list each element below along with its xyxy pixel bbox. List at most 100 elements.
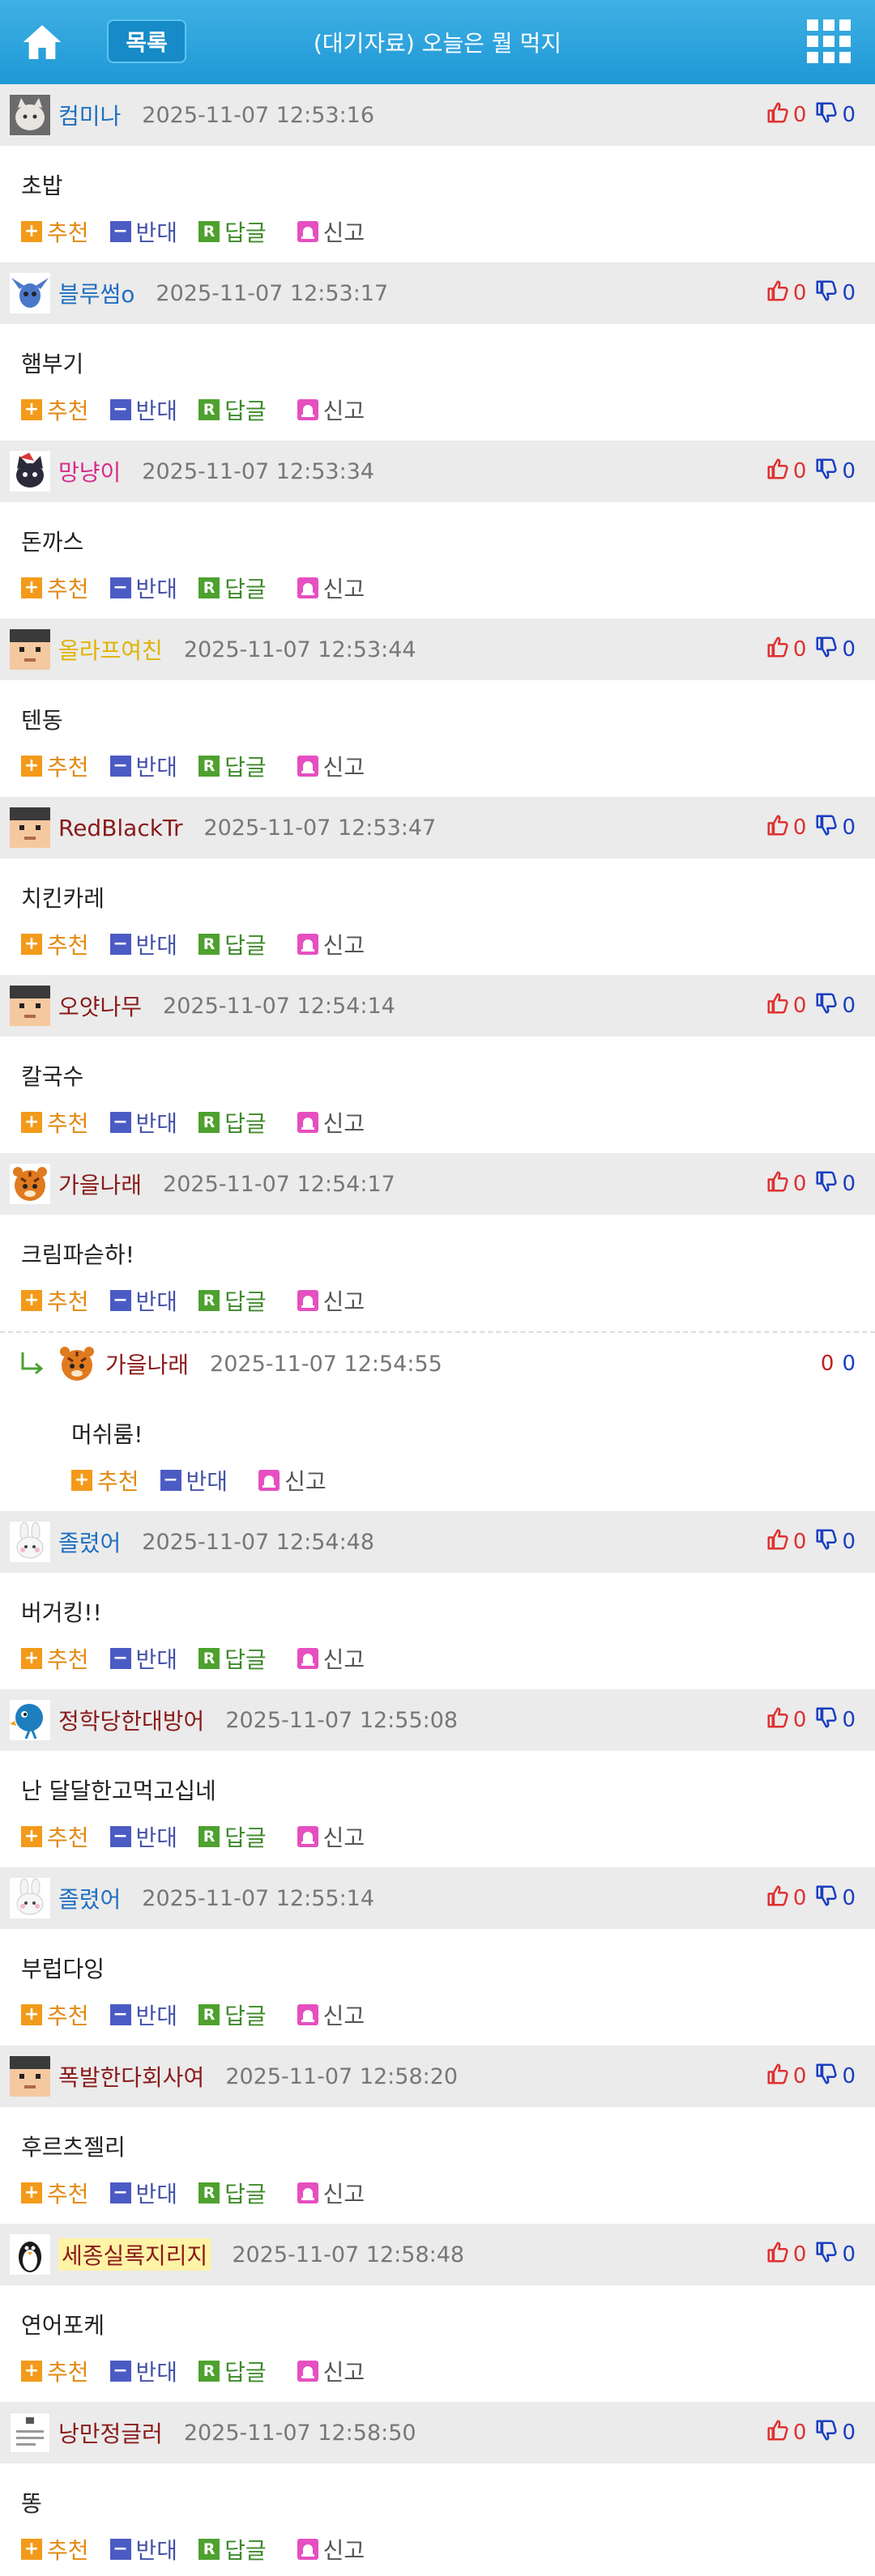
thumbs-up-icon[interactable] [766, 457, 790, 487]
thumbs-down-icon[interactable] [814, 279, 839, 309]
report-button[interactable]: 신고 [297, 1106, 365, 1139]
pixel-face-avatar[interactable] [10, 629, 50, 670]
recommend-button[interactable]: + 추천 [21, 2355, 89, 2387]
report-button[interactable]: 신고 [297, 1284, 365, 1317]
thumbs-down-icon[interactable] [814, 1884, 839, 1914]
recommend-button[interactable]: + 추천 [21, 2533, 89, 2565]
reply-button[interactable]: R 답글 [198, 2177, 267, 2209]
cat-avatar[interactable] [10, 95, 50, 135]
report-button[interactable]: 신고 [297, 215, 365, 248]
reply-button[interactable]: R 답글 [198, 572, 267, 604]
recommend-button[interactable]: + 추천 [21, 928, 89, 960]
oppose-button[interactable]: − 반대 [109, 394, 177, 426]
reply-button[interactable]: R 답글 [198, 2533, 267, 2565]
oppose-button[interactable]: − 반대 [109, 572, 177, 604]
penguin-avatar[interactable] [10, 2234, 50, 2275]
thumbs-up-icon[interactable] [766, 1705, 790, 1735]
report-button[interactable]: 신고 [297, 2355, 365, 2387]
report-button[interactable]: 신고 [297, 2177, 365, 2209]
report-button[interactable]: 신고 [258, 1464, 327, 1497]
reply-button[interactable]: R 답글 [198, 1284, 267, 1317]
author-nickname[interactable]: 세종실록지리지 [58, 2238, 211, 2271]
black-cat-avatar[interactable] [10, 451, 50, 492]
report-button[interactable]: 신고 [297, 394, 365, 426]
thumbs-down-icon[interactable] [814, 2062, 839, 2092]
recommend-button[interactable]: + 추천 [21, 750, 89, 782]
report-button[interactable]: 신고 [297, 1820, 365, 1853]
home-icon[interactable] [19, 19, 65, 65]
reply-button[interactable]: R 답글 [198, 1999, 267, 2031]
thumbs-down-icon[interactable] [814, 813, 839, 843]
oppose-button[interactable]: − 반대 [109, 1106, 177, 1139]
recommend-button[interactable]: + 추천 [21, 572, 89, 604]
tiger-avatar[interactable] [57, 1343, 97, 1384]
oppose-button[interactable]: − 반대 [109, 928, 177, 960]
thumbs-down-icon[interactable] [814, 1527, 839, 1557]
thumbs-up-icon[interactable] [766, 635, 790, 665]
recommend-button[interactable]: + 추천 [21, 394, 89, 426]
thumbs-down-icon[interactable] [814, 2418, 839, 2448]
reply-button[interactable]: R 답글 [198, 1820, 267, 1853]
reply-button[interactable]: R 답글 [198, 2355, 267, 2387]
recommend-button[interactable]: + 추천 [71, 1464, 139, 1497]
thumbs-down-icon[interactable] [814, 635, 839, 665]
oppose-button[interactable]: − 반대 [109, 2177, 177, 2209]
author-nickname[interactable]: 졸렸어 [58, 1526, 121, 1558]
list-button[interactable]: 목록 [107, 19, 186, 63]
author-nickname[interactable]: 폭발한다회사여 [58, 2060, 204, 2093]
stitch-avatar[interactable] [10, 273, 50, 313]
oppose-button[interactable]: − 반대 [109, 1284, 177, 1317]
rabbit-avatar[interactable] [10, 1878, 50, 1918]
recommend-button[interactable]: + 추천 [21, 2177, 89, 2209]
thumbs-up-icon[interactable] [766, 2418, 790, 2448]
menu-grid-icon[interactable] [807, 19, 851, 63]
thumbs-down-icon[interactable] [814, 1169, 839, 1199]
tiger-avatar[interactable] [10, 1164, 50, 1204]
author-nickname[interactable]: 컴미나 [58, 99, 121, 131]
recommend-button[interactable]: + 추천 [21, 1999, 89, 2031]
report-button[interactable]: 신고 [297, 2533, 365, 2565]
recommend-button[interactable]: + 추천 [21, 1106, 89, 1139]
oppose-button[interactable]: − 반대 [109, 1999, 177, 2031]
thumbs-up-icon[interactable] [766, 2062, 790, 2092]
thumbs-up-icon[interactable] [766, 813, 790, 843]
thumbs-up-icon[interactable] [766, 279, 790, 309]
recommend-button[interactable]: + 추천 [21, 1642, 89, 1675]
author-nickname[interactable]: 가을나래 [58, 1168, 142, 1200]
pixel-face-avatar[interactable] [10, 2056, 50, 2097]
thumbs-down-icon[interactable] [814, 1705, 839, 1735]
recommend-button[interactable]: + 추천 [21, 1284, 89, 1317]
oppose-button[interactable]: − 반대 [109, 1820, 177, 1853]
author-nickname[interactable]: 정학당한대방어 [58, 1704, 204, 1736]
reply-button[interactable]: R 답글 [198, 750, 267, 782]
report-button[interactable]: 신고 [297, 750, 365, 782]
report-button[interactable]: 신고 [297, 928, 365, 960]
rabbit-avatar[interactable] [10, 1522, 50, 1562]
recommend-button[interactable]: + 추천 [21, 215, 89, 248]
text-card-avatar[interactable] [9, 2412, 51, 2454]
report-button[interactable]: 신고 [297, 1642, 365, 1675]
thumbs-down-icon[interactable] [814, 457, 839, 487]
thumbs-up-icon[interactable] [766, 2240, 790, 2270]
author-nickname[interactable]: RedBlackTr [58, 815, 182, 841]
oppose-button[interactable]: − 반대 [109, 2533, 177, 2565]
author-nickname[interactable]: 올라프여친 [58, 633, 163, 666]
report-button[interactable]: 신고 [297, 1999, 365, 2031]
author-nickname[interactable]: 졸렸어 [58, 1882, 121, 1914]
oppose-button[interactable]: − 반대 [109, 2355, 177, 2387]
reply-button[interactable]: R 답글 [198, 928, 267, 960]
thumbs-up-icon[interactable] [766, 1169, 790, 1199]
thumbs-down-icon[interactable] [814, 991, 839, 1021]
author-nickname[interactable]: 오얏나무 [58, 990, 142, 1022]
pixel-face-avatar[interactable] [10, 807, 50, 848]
blue-bird-avatar[interactable] [10, 1700, 50, 1740]
reply-button[interactable]: R 답글 [198, 1106, 267, 1139]
thumbs-down-icon[interactable] [814, 2240, 839, 2270]
thumbs-up-icon[interactable] [766, 991, 790, 1021]
reply-button[interactable]: R 답글 [198, 1642, 267, 1675]
reply-button[interactable]: R 답글 [198, 215, 267, 248]
pixel-face-avatar[interactable] [10, 986, 50, 1026]
reply-button[interactable]: R 답글 [198, 394, 267, 426]
oppose-button[interactable]: − 반대 [109, 215, 177, 248]
author-nickname[interactable]: 가을나래 [105, 1348, 189, 1380]
